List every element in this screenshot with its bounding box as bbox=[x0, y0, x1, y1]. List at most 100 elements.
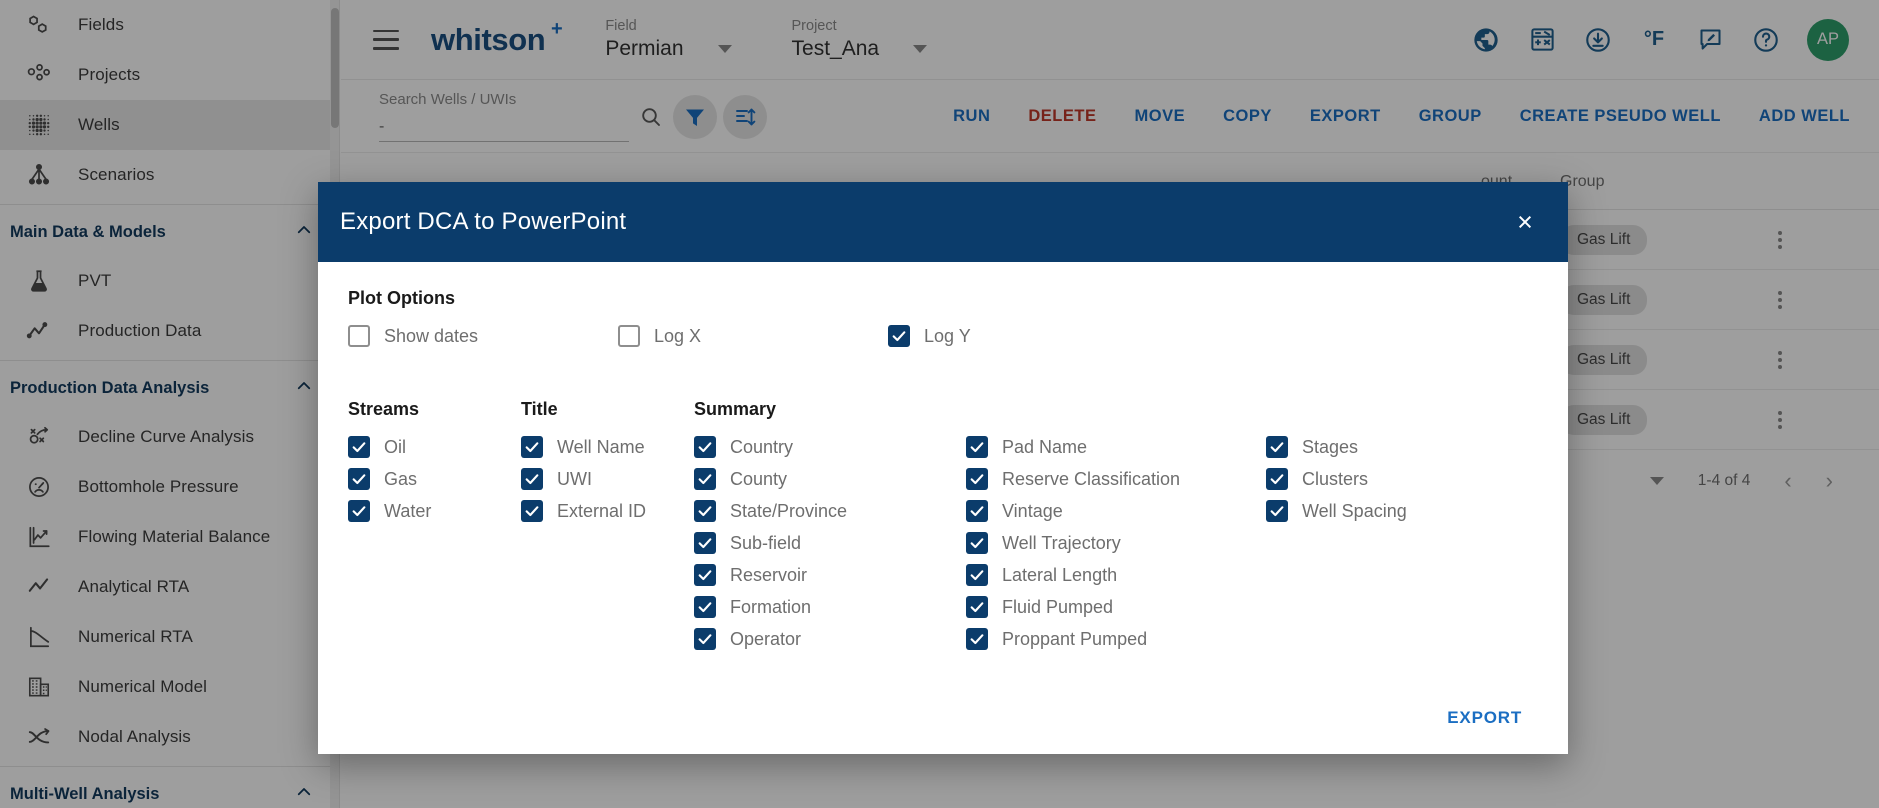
search-icon[interactable] bbox=[629, 95, 673, 139]
checkbox-country[interactable]: Country bbox=[694, 436, 966, 458]
checkbox-reserve-classification[interactable]: Reserve Classification bbox=[966, 468, 1266, 490]
checkbox-sub-field[interactable]: Sub-field bbox=[694, 532, 966, 554]
kebab-menu-icon[interactable] bbox=[1778, 230, 1782, 249]
checkbox-fluid-pumped[interactable]: Fluid Pumped bbox=[966, 596, 1266, 618]
field-selector[interactable]: Field Permian bbox=[605, 18, 732, 61]
checkbox-show-dates[interactable]: Show dates bbox=[348, 325, 618, 347]
checkbox-checked-icon[interactable] bbox=[348, 436, 370, 458]
checkbox-checked-icon[interactable] bbox=[521, 500, 543, 522]
checkbox-checked-icon[interactable] bbox=[966, 564, 988, 586]
checkbox-clusters[interactable]: Clusters bbox=[1266, 468, 1538, 490]
chevron-up-icon[interactable] bbox=[295, 221, 313, 244]
checkbox-checked-icon[interactable] bbox=[966, 436, 988, 458]
calculator-icon[interactable] bbox=[1527, 25, 1557, 55]
kebab-menu-icon[interactable] bbox=[1778, 410, 1782, 429]
sidebar-item-flowing-material-balance[interactable]: Flowing Material Balance bbox=[0, 512, 339, 562]
help-icon[interactable] bbox=[1751, 25, 1781, 55]
checkbox-state-province[interactable]: State/Province bbox=[694, 500, 966, 522]
globe-icon[interactable] bbox=[1471, 25, 1501, 55]
chevron-right-icon[interactable]: › bbox=[1826, 468, 1833, 494]
toolbar-button-create-pseudo-well[interactable]: CREATE PSEUDO WELL bbox=[1501, 97, 1740, 136]
sidebar-item-decline-curve-analysis[interactable]: Decline Curve Analysis bbox=[0, 412, 339, 462]
checkbox-formation[interactable]: Formation bbox=[694, 596, 966, 618]
toolbar-button-group[interactable]: GROUP bbox=[1400, 97, 1501, 136]
chevron-down-icon[interactable] bbox=[717, 45, 732, 53]
checkbox-checked-icon[interactable] bbox=[694, 436, 716, 458]
feedback-icon[interactable] bbox=[1695, 25, 1725, 55]
avatar[interactable]: AP bbox=[1807, 18, 1849, 61]
kebab-menu-icon[interactable] bbox=[1778, 290, 1782, 309]
checkbox-checked-icon[interactable] bbox=[694, 596, 716, 618]
search-input[interactable]: - bbox=[379, 118, 629, 142]
toolbar-button-add-well[interactable]: ADD WELL bbox=[1740, 97, 1869, 136]
checkbox-vintage[interactable]: Vintage bbox=[966, 500, 1266, 522]
checkbox-stages[interactable]: Stages bbox=[1266, 436, 1538, 458]
checkbox-oil[interactable]: Oil bbox=[348, 436, 521, 458]
close-icon[interactable]: × bbox=[1508, 205, 1542, 239]
download-icon[interactable] bbox=[1583, 25, 1613, 55]
project-selector[interactable]: Project Test_Ana bbox=[792, 18, 928, 61]
checkbox-checked-icon[interactable] bbox=[1266, 500, 1288, 522]
checkbox-gas[interactable]: Gas bbox=[348, 468, 521, 490]
checkbox-log-y[interactable]: Log Y bbox=[888, 325, 1158, 347]
checkbox-water[interactable]: Water bbox=[348, 500, 521, 522]
sidebar-item-pvt[interactable]: PVT bbox=[0, 256, 339, 306]
checkbox-unchecked-icon[interactable] bbox=[618, 325, 640, 347]
sidebar-item-nodal-analysis[interactable]: Nodal Analysis bbox=[0, 712, 339, 762]
sidebar-scrollbar-thumb[interactable] bbox=[331, 8, 339, 128]
sort-icon[interactable] bbox=[723, 94, 767, 139]
sidebar-group-main-data-models[interactable]: Main Data & Models bbox=[0, 209, 339, 256]
checkbox-external-id[interactable]: External ID bbox=[521, 500, 694, 522]
sidebar-group-multi-well-analysis[interactable]: Multi-Well Analysis bbox=[0, 771, 339, 808]
checkbox-checked-icon[interactable] bbox=[521, 468, 543, 490]
checkbox-checked-icon[interactable] bbox=[694, 628, 716, 650]
checkbox-operator[interactable]: Operator bbox=[694, 628, 966, 650]
checkbox-checked-icon[interactable] bbox=[888, 325, 910, 347]
checkbox-log-x[interactable]: Log X bbox=[618, 325, 888, 347]
chevron-down-icon[interactable] bbox=[913, 45, 928, 53]
brand-logo[interactable]: whitson + bbox=[431, 18, 563, 58]
sidebar-item-fields[interactable]: Fields bbox=[0, 0, 339, 50]
row-menu-button[interactable] bbox=[1740, 350, 1820, 369]
checkbox-unchecked-icon[interactable] bbox=[348, 325, 370, 347]
sidebar-item-scenarios[interactable]: Scenarios bbox=[0, 150, 339, 200]
checkbox-county[interactable]: County bbox=[694, 468, 966, 490]
row-menu-button[interactable] bbox=[1740, 290, 1820, 309]
checkbox-checked-icon[interactable] bbox=[966, 532, 988, 554]
checkbox-uwi[interactable]: UWI bbox=[521, 468, 694, 490]
sidebar-item-numerical-model[interactable]: Numerical Model bbox=[0, 662, 339, 712]
toolbar-button-move[interactable]: MOVE bbox=[1115, 97, 1204, 136]
checkbox-lateral-length[interactable]: Lateral Length bbox=[966, 564, 1266, 586]
checkbox-reservoir[interactable]: Reservoir bbox=[694, 564, 966, 586]
checkbox-proppant-pumped[interactable]: Proppant Pumped bbox=[966, 628, 1266, 650]
checkbox-checked-icon[interactable] bbox=[694, 564, 716, 586]
sidebar-item-analytical-rta[interactable]: Analytical RTA bbox=[0, 562, 339, 612]
sidebar-group-production-data-analysis[interactable]: Production Data Analysis bbox=[0, 365, 339, 412]
temperature-unit-icon[interactable]: °F bbox=[1639, 25, 1669, 55]
checkbox-well-name[interactable]: Well Name bbox=[521, 436, 694, 458]
checkbox-checked-icon[interactable] bbox=[966, 500, 988, 522]
checkbox-checked-icon[interactable] bbox=[694, 532, 716, 554]
sidebar-item-numerical-rta[interactable]: Numerical RTA bbox=[0, 612, 339, 662]
export-button[interactable]: EXPORT bbox=[1435, 700, 1534, 736]
checkbox-checked-icon[interactable] bbox=[966, 596, 988, 618]
sidebar-item-projects[interactable]: Projects bbox=[0, 50, 339, 100]
checkbox-checked-icon[interactable] bbox=[694, 468, 716, 490]
sidebar-item-wells[interactable]: Wells bbox=[0, 100, 339, 150]
checkbox-checked-icon[interactable] bbox=[521, 436, 543, 458]
toolbar-button-export[interactable]: EXPORT bbox=[1291, 97, 1400, 136]
checkbox-checked-icon[interactable] bbox=[966, 468, 988, 490]
toolbar-button-copy[interactable]: COPY bbox=[1204, 97, 1291, 136]
sidebar-item-production-data[interactable]: Production Data bbox=[0, 306, 339, 356]
checkbox-well-spacing[interactable]: Well Spacing bbox=[1266, 500, 1538, 522]
hamburger-icon[interactable] bbox=[373, 29, 399, 50]
kebab-menu-icon[interactable] bbox=[1778, 350, 1782, 369]
checkbox-checked-icon[interactable] bbox=[348, 468, 370, 490]
toolbar-button-delete[interactable]: DELETE bbox=[1009, 97, 1115, 136]
checkbox-checked-icon[interactable] bbox=[1266, 468, 1288, 490]
toolbar-button-run[interactable]: RUN bbox=[934, 97, 1009, 136]
caret-down-icon[interactable] bbox=[1649, 477, 1664, 485]
chevron-up-icon[interactable] bbox=[295, 783, 313, 806]
search-field[interactable]: Search Wells / UWIs - bbox=[379, 91, 629, 142]
chevron-up-icon[interactable] bbox=[295, 377, 313, 400]
